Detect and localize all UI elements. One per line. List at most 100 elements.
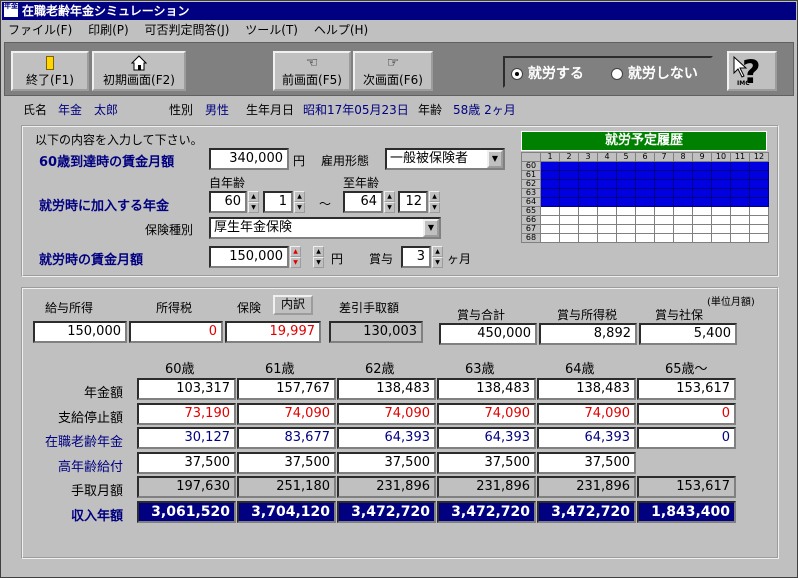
history-cell[interactable]: [654, 161, 674, 171]
wage-work-input[interactable]: 150,000: [209, 246, 289, 268]
history-cell[interactable]: [635, 161, 655, 171]
history-cell[interactable]: [559, 206, 579, 216]
history-cell[interactable]: [711, 206, 731, 216]
bonus-spinner[interactable]: ▲ ▼: [432, 246, 443, 268]
to-age-spinner[interactable]: ▲ ▼: [384, 191, 395, 213]
history-cell[interactable]: [597, 170, 617, 180]
history-cell[interactable]: [711, 161, 731, 171]
history-cell[interactable]: [673, 233, 693, 243]
history-cell[interactable]: [730, 161, 750, 171]
history-cell[interactable]: [673, 224, 693, 234]
history-cell[interactable]: [730, 206, 750, 216]
wage-work-spinner-red[interactable]: ▲ ▼: [290, 246, 301, 268]
ins-type-select[interactable]: 厚生年金保険 ▼: [209, 217, 441, 239]
history-cell[interactable]: [749, 179, 769, 189]
history-cell[interactable]: [692, 188, 712, 198]
history-cell[interactable]: [578, 215, 598, 225]
history-cell[interactable]: [749, 197, 769, 207]
history-cell[interactable]: [616, 179, 636, 189]
history-cell[interactable]: [749, 206, 769, 216]
history-cell[interactable]: [749, 170, 769, 180]
history-cell[interactable]: [730, 170, 750, 180]
menu-file[interactable]: ファイル(F): [2, 21, 78, 39]
history-cell[interactable]: [711, 179, 731, 189]
history-cell[interactable]: [578, 179, 598, 189]
history-cell[interactable]: [597, 161, 617, 171]
menu-tools[interactable]: ツール(T): [239, 21, 304, 39]
history-cell[interactable]: [540, 224, 560, 234]
history-cell[interactable]: [540, 179, 560, 189]
history-cell[interactable]: [692, 197, 712, 207]
chevron-down-icon[interactable]: ▼: [487, 150, 503, 168]
history-cell[interactable]: [711, 170, 731, 180]
history-cell[interactable]: [616, 206, 636, 216]
history-cell[interactable]: [578, 161, 598, 171]
history-cell[interactable]: [654, 215, 674, 225]
help-button[interactable]: ? IMC: [727, 51, 777, 91]
history-cell[interactable]: [692, 215, 712, 225]
history-cell[interactable]: [540, 206, 560, 216]
history-cell[interactable]: [540, 170, 560, 180]
menu-judgement[interactable]: 可否判定問答(J): [139, 21, 236, 39]
menu-print[interactable]: 印刷(P): [82, 21, 135, 39]
history-cell[interactable]: [597, 215, 617, 225]
history-cell[interactable]: [578, 170, 598, 180]
history-cell[interactable]: [692, 206, 712, 216]
history-cell[interactable]: [578, 197, 598, 207]
from-age-input[interactable]: 60: [209, 191, 247, 213]
history-cell[interactable]: [616, 224, 636, 234]
history-cell[interactable]: [654, 188, 674, 198]
history-cell[interactable]: [711, 188, 731, 198]
history-cell[interactable]: [730, 224, 750, 234]
history-cell[interactable]: [559, 188, 579, 198]
history-cell[interactable]: [711, 215, 731, 225]
history-cell[interactable]: [692, 179, 712, 189]
from-age-spinner[interactable]: ▲ ▼: [248, 191, 259, 213]
history-cell[interactable]: [711, 224, 731, 234]
history-cell[interactable]: [559, 170, 579, 180]
history-cell[interactable]: [616, 170, 636, 180]
history-cell[interactable]: [749, 215, 769, 225]
history-cell[interactable]: [654, 170, 674, 180]
history-cell[interactable]: [635, 215, 655, 225]
to-month-input[interactable]: 12: [398, 191, 428, 213]
init-button[interactable]: 初期画面(F2): [92, 51, 186, 91]
wage-work-spinner[interactable]: ▲ ▼: [313, 246, 324, 268]
chevron-down-icon[interactable]: ▼: [423, 219, 439, 237]
history-cell[interactable]: [673, 179, 693, 189]
history-cell[interactable]: [711, 197, 731, 207]
history-cell[interactable]: [540, 188, 560, 198]
history-cell[interactable]: [616, 233, 636, 243]
history-cell[interactable]: [730, 215, 750, 225]
emp-type-select[interactable]: 一般被保険者 ▼: [385, 148, 505, 170]
detail-button[interactable]: 内訳: [273, 295, 313, 315]
history-cell[interactable]: [578, 233, 598, 243]
history-cell[interactable]: [559, 215, 579, 225]
from-month-input[interactable]: 1: [263, 191, 293, 213]
history-cell[interactable]: [635, 233, 655, 243]
history-cell[interactable]: [635, 188, 655, 198]
prev-screen-button[interactable]: ☜ 前画面(F5): [273, 51, 351, 91]
history-cell[interactable]: [730, 197, 750, 207]
history-cell[interactable]: [559, 161, 579, 171]
history-cell[interactable]: [616, 161, 636, 171]
history-cell[interactable]: [597, 206, 617, 216]
history-cell[interactable]: [673, 161, 693, 171]
end-button[interactable]: 終了(F1): [11, 51, 89, 91]
history-cell[interactable]: [597, 188, 617, 198]
history-cell[interactable]: [578, 206, 598, 216]
history-cell[interactable]: [540, 161, 560, 171]
history-cell[interactable]: [597, 179, 617, 189]
history-cell[interactable]: [654, 179, 674, 189]
bonus-input[interactable]: 3: [401, 246, 431, 268]
history-cell[interactable]: [673, 197, 693, 207]
history-cell[interactable]: [597, 224, 617, 234]
history-cell[interactable]: [749, 233, 769, 243]
history-cell[interactable]: [749, 224, 769, 234]
history-cell[interactable]: [540, 215, 560, 225]
history-cell[interactable]: [730, 188, 750, 198]
history-cell[interactable]: [654, 206, 674, 216]
history-cell[interactable]: [654, 197, 674, 207]
history-cell[interactable]: [730, 233, 750, 243]
history-cell[interactable]: [730, 179, 750, 189]
